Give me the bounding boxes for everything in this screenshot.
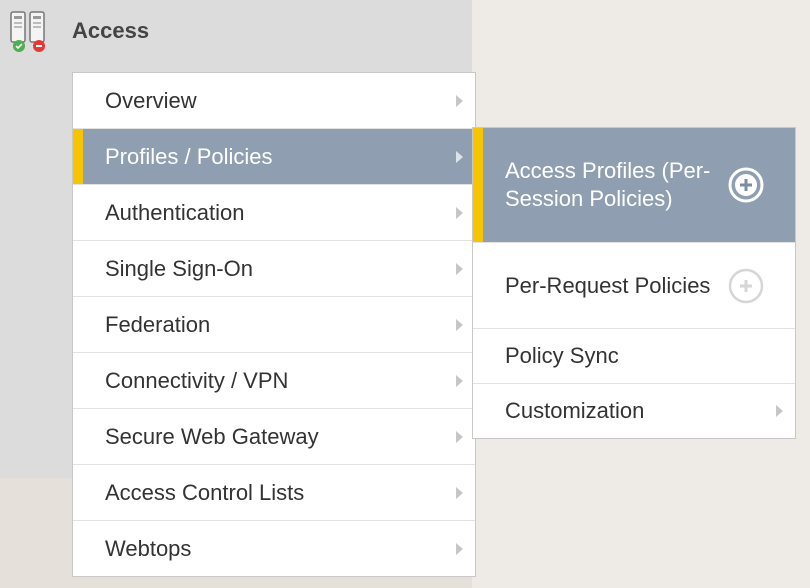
chevron-right-icon xyxy=(456,150,463,163)
access-servers-icon xyxy=(10,11,45,52)
menu-item-label: Single Sign-On xyxy=(105,255,253,281)
submenu-item-customization[interactable]: Customization xyxy=(473,384,795,438)
submenu-item-per-request-policies[interactable]: Per-Request Policies xyxy=(473,243,795,329)
chevron-right-icon xyxy=(456,94,463,107)
access-menu: Overview Profiles / Policies Authenticat… xyxy=(72,72,476,577)
menu-item-label: Webtops xyxy=(105,535,192,561)
chevron-right-icon xyxy=(456,206,463,219)
chevron-right-icon xyxy=(456,262,463,275)
menu-item-label: Secure Web Gateway xyxy=(105,423,319,449)
submenu-item-label: Customization xyxy=(505,398,645,423)
menu-item-label: Access Control Lists xyxy=(105,479,305,505)
chevron-right-icon xyxy=(456,430,463,443)
menu-item-label: Authentication xyxy=(105,199,245,225)
profiles-policies-submenu: Access Profiles (Per-Session Policies) P… xyxy=(472,127,796,439)
chevron-right-icon xyxy=(456,374,463,387)
chevron-right-icon xyxy=(456,486,463,499)
menu-item-label: Profiles / Policies xyxy=(105,143,273,169)
menu-item-authentication[interactable]: Authentication xyxy=(73,185,475,241)
menu-item-label: Overview xyxy=(105,87,197,113)
menu-item-connectivity-vpn[interactable]: Connectivity / VPN xyxy=(73,353,475,409)
chevron-right-icon xyxy=(456,542,463,555)
menu-item-label: Federation xyxy=(105,311,211,337)
page-title: Access xyxy=(72,18,150,43)
menu-item-profiles-policies[interactable]: Profiles / Policies xyxy=(73,129,475,185)
access-header[interactable]: Access xyxy=(0,0,472,62)
menu-item-secure-web-gateway[interactable]: Secure Web Gateway xyxy=(73,409,475,465)
menu-item-webtops[interactable]: Webtops xyxy=(73,521,475,576)
menu-item-access-control-lists[interactable]: Access Control Lists xyxy=(73,465,475,521)
submenu-item-label: Access Profiles (Per-Session Policies) xyxy=(505,158,711,211)
submenu-item-label: Per-Request Policies xyxy=(505,272,711,298)
menu-item-label: Connectivity / VPN xyxy=(105,367,289,393)
plus-circle-icon[interactable] xyxy=(727,267,765,305)
chevron-right-icon xyxy=(456,318,463,331)
menu-item-single-sign-on[interactable]: Single Sign-On xyxy=(73,241,475,297)
menu-item-federation[interactable]: Federation xyxy=(73,297,475,353)
submenu-item-label: Policy Sync xyxy=(505,343,619,368)
chevron-right-icon xyxy=(776,405,783,417)
submenu-item-access-profiles[interactable]: Access Profiles (Per-Session Policies) xyxy=(473,128,795,243)
submenu-item-policy-sync[interactable]: Policy Sync xyxy=(473,329,795,384)
menu-item-overview[interactable]: Overview xyxy=(73,73,475,129)
plus-circle-icon[interactable] xyxy=(727,166,765,204)
